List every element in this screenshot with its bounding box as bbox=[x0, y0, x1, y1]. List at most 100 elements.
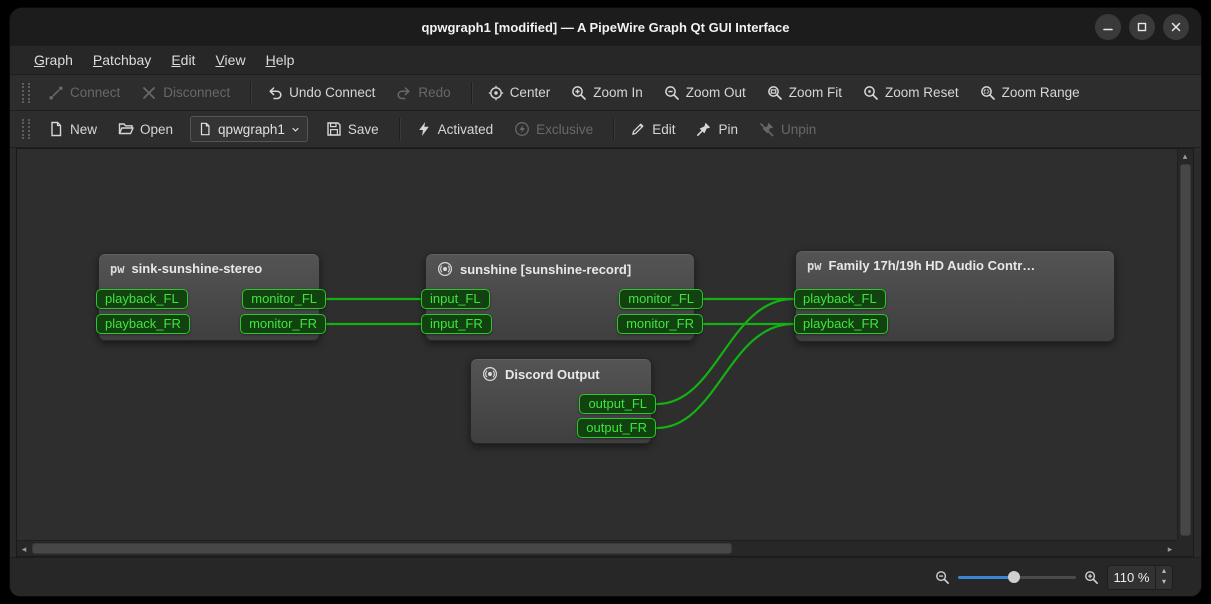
open-label: Open bbox=[140, 122, 173, 137]
horizontal-scroll-handle[interactable] bbox=[32, 543, 732, 554]
port-output-monitor-fr[interactable]: monitor_FR bbox=[240, 314, 326, 334]
port-input-playback-fr[interactable]: playback_FR bbox=[794, 314, 888, 334]
port-output-monitor-fr[interactable]: monitor_FR bbox=[617, 314, 703, 334]
scrollbar-corner bbox=[1177, 540, 1193, 556]
zoom-in-label: Zoom In bbox=[593, 85, 643, 100]
exclusive-button[interactable]: Exclusive bbox=[506, 117, 601, 141]
vertical-scroll-handle[interactable] bbox=[1180, 164, 1191, 536]
zoom-in-button[interactable]: Zoom In bbox=[563, 81, 651, 105]
save-button[interactable]: Save bbox=[318, 117, 387, 141]
zoom-range-icon bbox=[980, 85, 996, 101]
zoom-spin-arrows: ▴ ▾ bbox=[1155, 566, 1172, 589]
graph-canvas[interactable]: pw sink-sunshine-stereo playback_FL play… bbox=[17, 149, 1177, 540]
node-family-hd-audio[interactable]: pw Family 17h/19h HD Audio Contr… playba… bbox=[795, 250, 1115, 342]
zoom-reset-icon bbox=[863, 85, 879, 101]
edit-pencil-icon bbox=[630, 121, 646, 137]
graph-canvas-frame: pw sink-sunshine-stereo playback_FL play… bbox=[16, 148, 1194, 557]
zoom-value-input[interactable] bbox=[1108, 566, 1155, 589]
statusbar-zoom-out-icon[interactable] bbox=[935, 570, 950, 585]
zoom-out-button[interactable]: Zoom Out bbox=[656, 81, 754, 105]
scroll-up-arrow[interactable]: ▴ bbox=[1178, 149, 1192, 163]
disconnect-icon bbox=[141, 85, 157, 101]
open-folder-icon bbox=[118, 121, 134, 137]
toolbar-drag-handle[interactable] bbox=[22, 83, 30, 103]
zoom-range-button[interactable]: Zoom Range bbox=[972, 81, 1088, 105]
chevron-down-icon bbox=[291, 125, 300, 134]
activated-label: Activated bbox=[438, 122, 494, 137]
unpin-button[interactable]: Unpin bbox=[751, 117, 824, 141]
port-output-monitor-fl[interactable]: monitor_FL bbox=[619, 289, 703, 309]
port-input-fl[interactable]: input_FL bbox=[421, 289, 490, 309]
pin-label: Pin bbox=[718, 122, 738, 137]
port-input-playback-fl[interactable]: playback_FL bbox=[96, 289, 188, 309]
save-label: Save bbox=[348, 122, 379, 137]
toolbar-separator bbox=[613, 118, 615, 140]
maximize-button[interactable] bbox=[1129, 14, 1155, 40]
redo-button[interactable]: Redo bbox=[388, 81, 458, 105]
center-label: Center bbox=[510, 85, 551, 100]
zoom-fit-icon bbox=[767, 85, 783, 101]
title-bar[interactable]: qpwgraph1 [modified] — A PipeWire Graph … bbox=[10, 8, 1201, 46]
disconnect-button[interactable]: Disconnect bbox=[133, 81, 238, 105]
undo-connect-label: Undo Connect bbox=[289, 85, 375, 100]
zoom-fit-button[interactable]: Zoom Fit bbox=[759, 81, 850, 105]
graph-toolbar: Connect Disconnect Undo Connect Redo Cen… bbox=[10, 75, 1201, 111]
zoom-spin-down[interactable]: ▾ bbox=[1156, 577, 1172, 589]
port-output-monitor-fl[interactable]: monitor_FL bbox=[242, 289, 326, 309]
pin-button[interactable]: Pin bbox=[688, 117, 746, 141]
statusbar-zoom-in-icon[interactable] bbox=[1084, 570, 1099, 585]
menu-help[interactable]: Help bbox=[256, 48, 305, 72]
menu-patchbay[interactable]: Patchbay bbox=[83, 48, 161, 72]
node-header: pw Family 17h/19h HD Audio Contr… bbox=[796, 251, 1114, 273]
port-output-fr[interactable]: output_FR bbox=[577, 418, 656, 438]
center-button[interactable]: Center bbox=[480, 81, 559, 105]
node-discord-output[interactable]: Discord Output output_FL output_FR bbox=[470, 358, 652, 444]
node-header: sunshine [sunshine-record] bbox=[426, 254, 694, 277]
window-controls bbox=[1095, 14, 1189, 40]
scroll-left-arrow[interactable]: ◂ bbox=[17, 542, 31, 556]
zoom-spin-up[interactable]: ▴ bbox=[1156, 566, 1172, 578]
zoom-slider[interactable] bbox=[958, 569, 1076, 585]
node-sink-sunshine-stereo[interactable]: pw sink-sunshine-stereo playback_FL play… bbox=[98, 253, 320, 341]
undo-connect-button[interactable]: Undo Connect bbox=[259, 81, 383, 105]
close-button[interactable] bbox=[1163, 14, 1189, 40]
horizontal-scrollbar[interactable]: ◂ ▸ bbox=[17, 540, 1177, 556]
redo-label: Redo bbox=[418, 85, 450, 100]
activated-button[interactable]: Activated bbox=[408, 117, 502, 141]
status-bar: ▴ ▾ bbox=[10, 557, 1201, 596]
menu-edit[interactable]: Edit bbox=[161, 48, 205, 72]
node-title: sunshine [sunshine-record] bbox=[460, 262, 631, 277]
node-header: Discord Output bbox=[471, 359, 651, 382]
menu-view[interactable]: View bbox=[205, 48, 255, 72]
zoom-range-label: Zoom Range bbox=[1002, 85, 1080, 100]
unpin-icon bbox=[759, 121, 775, 137]
patchbay-file-icon bbox=[198, 122, 212, 136]
zoom-reset-label: Zoom Reset bbox=[885, 85, 959, 100]
port-input-playback-fl[interactable]: playback_FL bbox=[794, 289, 886, 309]
port-output-fl[interactable]: output_FL bbox=[579, 394, 656, 414]
connect-button[interactable]: Connect bbox=[40, 81, 128, 105]
edit-button[interactable]: Edit bbox=[622, 117, 683, 141]
node-sunshine-record[interactable]: sunshine [sunshine-record] input_FL inpu… bbox=[425, 253, 695, 341]
exclusive-icon bbox=[514, 121, 530, 137]
minimize-button[interactable] bbox=[1095, 14, 1121, 40]
save-icon bbox=[326, 121, 342, 137]
toolbar-drag-handle[interactable] bbox=[22, 119, 30, 139]
new-file-icon bbox=[48, 121, 64, 137]
new-button[interactable]: New bbox=[40, 117, 105, 141]
port-input-fr[interactable]: input_FR bbox=[421, 314, 492, 334]
patchbay-select[interactable]: qpwgraph1 bbox=[190, 116, 308, 142]
open-button[interactable]: Open bbox=[110, 117, 181, 141]
port-input-playback-fr[interactable]: playback_FR bbox=[96, 314, 190, 334]
patchbay-toolbar: New Open qpwgraph1 Save Activated bbox=[10, 111, 1201, 148]
connect-icon bbox=[48, 85, 64, 101]
scroll-right-arrow[interactable]: ▸ bbox=[1163, 542, 1177, 556]
zoom-reset-button[interactable]: Zoom Reset bbox=[855, 81, 967, 105]
zoom-slider-handle[interactable] bbox=[1008, 571, 1020, 583]
node-title: Discord Output bbox=[505, 367, 600, 382]
edit-label: Edit bbox=[652, 122, 675, 137]
menu-graph[interactable]: Graph bbox=[24, 48, 83, 72]
redo-icon bbox=[396, 85, 412, 101]
vertical-scrollbar[interactable]: ▴ ▾ bbox=[1177, 149, 1193, 556]
minimize-icon bbox=[1103, 22, 1113, 32]
